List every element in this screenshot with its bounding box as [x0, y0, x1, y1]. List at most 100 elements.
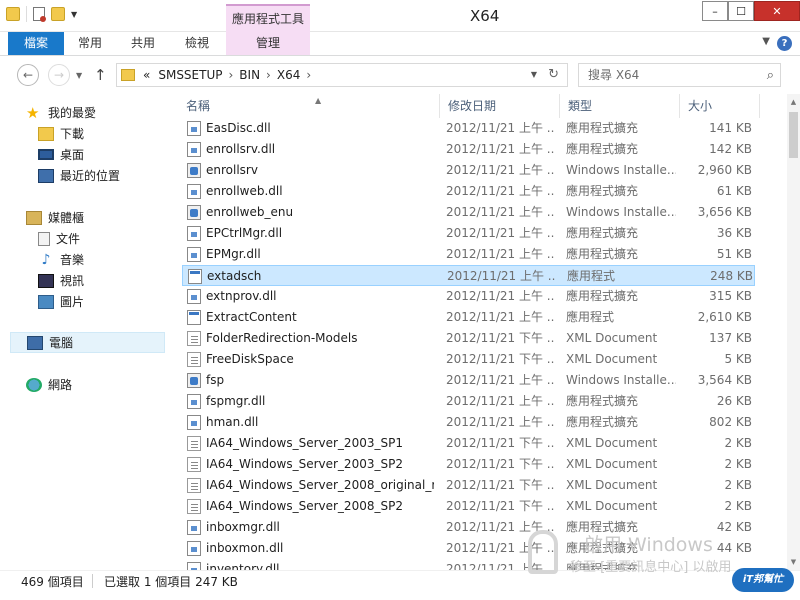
dll-file-icon: [187, 415, 201, 430]
refresh-icon[interactable]: ↻: [548, 67, 559, 82]
up-button[interactable]: ↑: [94, 66, 107, 84]
breadcrumb-smssetup[interactable]: SMSSETUP: [158, 68, 222, 82]
column-header-size[interactable]: 大小: [680, 94, 760, 118]
vertical-scrollbar[interactable]: ▲ ▼: [787, 94, 800, 570]
nav-computer[interactable]: 電腦: [10, 332, 165, 353]
folder-icon[interactable]: [6, 7, 20, 21]
file-row[interactable]: IA64_Windows_Server_2008_original_r... 20…: [182, 475, 755, 496]
back-button[interactable]: ←: [17, 64, 39, 86]
file-row[interactable]: inboxmon.dll 2012/11/21 上午 ... 應用程式擴充 44 KB: [182, 538, 755, 559]
tab-home[interactable]: 常用: [68, 32, 112, 55]
item-count: 469 個項目: [21, 575, 84, 589]
window-title: X64: [470, 7, 500, 25]
nav-label: 電腦: [49, 336, 74, 350]
tab-share[interactable]: 共用: [120, 32, 166, 55]
breadcrumb-separator[interactable]: ›: [306, 68, 311, 82]
close-button[interactable]: ✕: [754, 1, 800, 21]
search-input[interactable]: 搜尋 X64 ⌕: [578, 63, 781, 87]
breadcrumb-overflow[interactable]: «: [143, 68, 150, 82]
file-type: 應用程式擴充: [566, 394, 639, 408]
nav-documents[interactable]: 文件: [0, 228, 166, 249]
forward-button[interactable]: →: [48, 64, 70, 86]
downloads-folder-icon: [38, 126, 54, 141]
xml-file-icon: [187, 499, 201, 514]
nav-network[interactable]: 網路: [0, 374, 166, 395]
file-date: 2012/11/21 下午 ...: [446, 352, 554, 366]
file-size: 137 KB: [709, 331, 752, 345]
exe-file-icon: [188, 269, 202, 284]
file-date: 2012/11/21 上午 ...: [446, 310, 554, 324]
file-type: 應用程式擴充: [566, 226, 639, 240]
column-header-type[interactable]: 類型: [560, 94, 680, 118]
file-date: 2012/11/21 上午 ...: [446, 373, 554, 387]
scroll-thumb[interactable]: [789, 112, 798, 158]
nav-videos[interactable]: 視訊: [0, 270, 166, 291]
file-row[interactable]: FreeDiskSpace 2012/11/21 下午 ... XML Docume…: [182, 349, 755, 370]
file-row[interactable]: hman.dll 2012/11/21 上午 ... 應用程式擴充 802 KB: [182, 412, 755, 433]
file-row[interactable]: FolderRedirection-Models 2012/11/21 下午 ..…: [182, 328, 755, 349]
xml-file-icon: [187, 352, 201, 367]
maximize-button[interactable]: ☐: [728, 1, 754, 21]
file-row[interactable]: IA64_Windows_Server_2003_SP1 2012/11/21 下…: [182, 433, 755, 454]
address-bar[interactable]: « SMSSETUP › BIN › X64 › ▼ ↻: [116, 63, 568, 87]
breadcrumb-x64[interactable]: X64: [277, 68, 301, 82]
help-icon[interactable]: ?: [777, 36, 792, 51]
nav-label: 我的最愛: [48, 106, 97, 120]
nav-music[interactable]: ♪ 音樂: [0, 249, 166, 270]
network-icon: [26, 377, 42, 392]
dll-file-icon: [187, 520, 201, 535]
file-type: 應用程式擴充: [566, 562, 639, 570]
breadcrumb-bin[interactable]: BIN: [239, 68, 260, 82]
file-row[interactable]: extadsch 2012/11/21 上午 ... 應用程式 248 KB: [182, 265, 755, 286]
chevron-down-icon[interactable]: ▼: [531, 70, 537, 79]
file-row[interactable]: extnprov.dll 2012/11/21 上午 ... 應用程式擴充 315 K…: [182, 286, 755, 307]
minimize-button[interactable]: –: [702, 1, 728, 21]
new-folder-icon[interactable]: [51, 7, 65, 21]
msi-file-icon: [187, 205, 201, 220]
column-header-date[interactable]: 修改日期: [440, 94, 560, 118]
nav-libraries[interactable]: 媒體櫃: [0, 207, 166, 228]
file-size: 2 KB: [724, 478, 752, 492]
nav-desktop[interactable]: 桌面: [0, 144, 166, 165]
nav-label: 媒體櫃: [48, 211, 85, 225]
file-name: IA64_Windows_Server_2003_SP1: [206, 436, 403, 450]
file-name: FolderRedirection-Models: [206, 331, 358, 345]
file-row[interactable]: fsp 2012/11/21 上午 ... Windows Installe... 3…: [182, 370, 755, 391]
file-row[interactable]: fspmgr.dll 2012/11/21 上午 ... 應用程式擴充 26 KB: [182, 391, 755, 412]
nav-favorites[interactable]: ★ 我的最愛: [0, 102, 166, 123]
file-row[interactable]: EPMgr.dll 2012/11/21 上午 ... 應用程式擴充 51 KB: [182, 244, 755, 265]
properties-icon[interactable]: [33, 7, 46, 22]
tab-file[interactable]: 檔案: [8, 32, 64, 55]
chevron-down-icon[interactable]: ▼: [71, 10, 77, 19]
breadcrumb-separator[interactable]: ›: [266, 68, 271, 82]
column-header-name[interactable]: 名稱 ▲: [178, 94, 440, 118]
file-row[interactable]: IA64_Windows_Server_2003_SP2 2012/11/21 下…: [182, 454, 755, 475]
file-row[interactable]: ExtractContent 2012/11/21 上午 ... 應用程式 2,610…: [182, 307, 755, 328]
tab-view[interactable]: 檢視: [174, 32, 220, 55]
file-row[interactable]: inventory.dll 2012/11/21 上午 ... 應用程式擴充...: [182, 559, 755, 570]
file-size: 3,656 KB: [697, 205, 752, 219]
nav-pictures[interactable]: 圖片: [0, 291, 166, 312]
recent-locations-dropdown[interactable]: ▼: [76, 71, 82, 80]
search-icon[interactable]: ⌕: [767, 65, 774, 87]
arrow-left-icon: ←: [22, 68, 34, 82]
scroll-down-icon[interactable]: ▼: [787, 554, 800, 570]
tab-manage[interactable]: 管理: [226, 32, 310, 55]
file-row[interactable]: enrollsrv.dll 2012/11/21 上午 ... 應用程式擴充 142 …: [182, 139, 755, 160]
nav-downloads[interactable]: 下載: [0, 123, 166, 144]
file-date: 2012/11/21 上午 ...: [446, 289, 554, 303]
file-date: 2012/11/21 上午 ...: [446, 121, 554, 135]
file-row[interactable]: IA64_Windows_Server_2008_SP2 2012/11/21 下…: [182, 496, 755, 517]
file-row[interactable]: EasDisc.dll 2012/11/21 上午 ... 應用程式擴充 141 KB: [182, 118, 755, 139]
file-date: 2012/11/21 上午 ...: [446, 394, 554, 408]
file-row[interactable]: EPCtrlMgr.dll 2012/11/21 上午 ... 應用程式擴充 36 K…: [182, 223, 755, 244]
file-row[interactable]: enrollweb.dll 2012/11/21 上午 ... 應用程式擴充 61 K…: [182, 181, 755, 202]
scroll-up-icon[interactable]: ▲: [787, 94, 800, 110]
file-row[interactable]: inboxmgr.dll 2012/11/21 上午 ... 應用程式擴充 42 KB: [182, 517, 755, 538]
file-type: 應用程式擴充: [566, 289, 639, 303]
expand-ribbon-icon[interactable]: ▼: [762, 36, 770, 47]
nav-recent-places[interactable]: 最近的位置: [0, 165, 166, 186]
breadcrumb-separator[interactable]: ›: [228, 68, 233, 82]
file-row[interactable]: enrollweb_enu 2012/11/21 上午 ... Windows In…: [182, 202, 755, 223]
file-row[interactable]: enrollsrv 2012/11/21 上午 ... Windows Instal…: [182, 160, 755, 181]
